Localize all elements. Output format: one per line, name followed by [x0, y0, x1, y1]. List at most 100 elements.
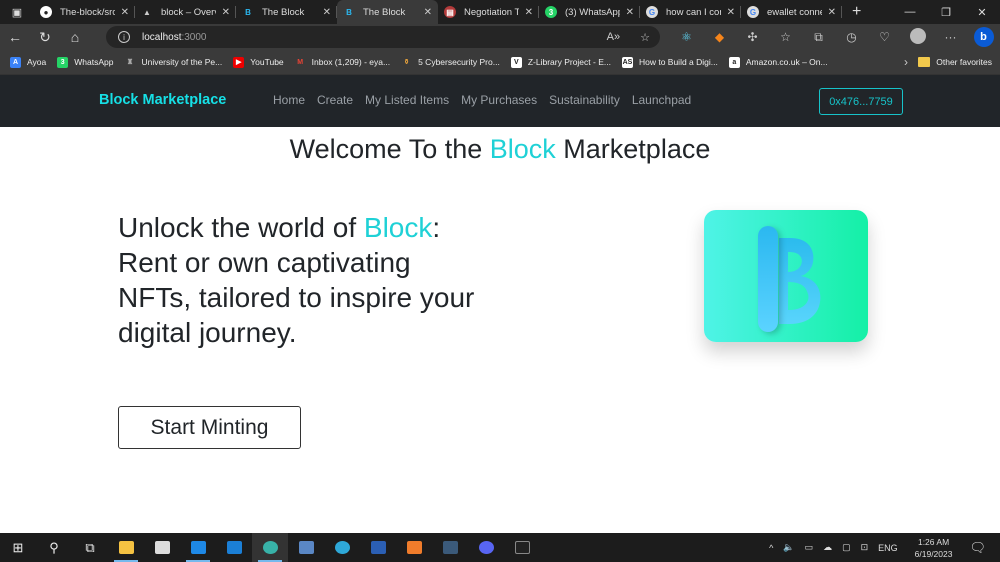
- restore-icon[interactable]: ❐: [928, 0, 964, 24]
- title-post: Marketplace: [555, 134, 711, 164]
- tab-actions-icon[interactable]: ▣: [0, 0, 34, 24]
- battery-icon[interactable]: ▭: [805, 542, 814, 553]
- bookmark-item[interactable]: ▶ YouTube: [233, 56, 284, 68]
- vscode-icon[interactable]: [180, 533, 216, 562]
- favorite-star-icon[interactable]: ☆: [640, 31, 650, 44]
- browser-tab[interactable]: B The Block ✕: [337, 0, 438, 24]
- close-tab-icon[interactable]: ✕: [121, 7, 129, 18]
- site-navbar: Block Marketplace Home Create My Listed It…: [0, 74, 1000, 127]
- browser-tab[interactable]: Gewallet conne ✕: [741, 0, 842, 24]
- network-icon[interactable]: ⊡: [861, 542, 869, 553]
- wallet-address-button[interactable]: 0x476...7759: [819, 88, 903, 115]
- mail-icon[interactable]: [216, 533, 252, 562]
- brand-logo-text[interactable]: Block Marketplace: [99, 92, 226, 108]
- bookmark-label: Z-Library Project - E...: [527, 57, 611, 67]
- other-favorites-label: Other favorites: [936, 57, 992, 67]
- windows-start-icon[interactable]: ⊞: [0, 533, 36, 562]
- nav-link-home[interactable]: Home: [273, 93, 305, 107]
- new-tab-button[interactable]: +: [842, 3, 871, 21]
- tab-title: ewallet conne: [767, 6, 822, 18]
- bookmark-item[interactable]: AS How to Build a Digi...: [621, 56, 718, 68]
- more-menu-icon[interactable]: ···: [934, 30, 967, 44]
- terminal-icon[interactable]: [504, 533, 540, 562]
- clock-date: 6/19/2023: [914, 548, 953, 559]
- history-icon[interactable]: ◷: [835, 30, 868, 44]
- bookmark-item[interactable]: A Ayoa: [10, 56, 46, 68]
- chevron-right-icon[interactable]: ›: [904, 55, 908, 69]
- virtualbox-icon[interactable]: [288, 533, 324, 562]
- read-aloud-icon[interactable]: A»: [607, 31, 620, 44]
- site-info-icon[interactable]: i: [118, 31, 130, 43]
- close-tab-icon[interactable]: ✕: [424, 7, 432, 18]
- close-tab-icon[interactable]: ✕: [727, 7, 735, 18]
- favorites-icon[interactable]: ☆: [769, 30, 802, 44]
- tab-title: Negotiation T: [464, 6, 519, 18]
- back-icon[interactable]: ←: [0, 29, 30, 45]
- url-host: localhost: [142, 31, 182, 43]
- clock[interactable]: 1:26 AM 6/19/2023: [915, 536, 953, 560]
- metamask-icon[interactable]: ◆: [703, 30, 736, 44]
- nav-link-sustainability[interactable]: Sustainability: [549, 93, 620, 107]
- other-favorites[interactable]: Other favorites: [918, 57, 992, 67]
- bookmark-item[interactable]: a Amazon.co.uk – On...: [728, 56, 828, 68]
- windows-taskbar: ⊞ ⚲ ⧉ ^ 🔈 ▭ ☁ ▢ ⊡ ENG 1:26 AM 6/19/2023 …: [0, 533, 1000, 562]
- bookmark-label: YouTube: [250, 57, 284, 67]
- browser-tab[interactable]: 3 (3) WhatsApp ✕: [539, 0, 640, 24]
- profile-avatar-icon[interactable]: [901, 27, 934, 47]
- browser-tab[interactable]: ● The-block/src ✕: [34, 0, 135, 24]
- browser-tab[interactable]: ▲ block – Overv ✕: [135, 0, 236, 24]
- bookmark-item[interactable]: 3 WhatsApp: [57, 56, 114, 68]
- collections-icon[interactable]: ⧉: [802, 30, 835, 45]
- close-tab-icon[interactable]: ✕: [626, 7, 634, 18]
- notifications-icon[interactable]: 🗨: [969, 540, 986, 556]
- browser-tab[interactable]: B The Block ✕: [236, 0, 337, 24]
- vercel-icon: ▲: [143, 7, 151, 17]
- file-explorer-icon[interactable]: [108, 533, 144, 562]
- refresh-icon[interactable]: ↻: [30, 29, 60, 46]
- bing-copilot-icon[interactable]: b: [967, 27, 1000, 47]
- start-minting-button[interactable]: Start Minting: [118, 406, 301, 449]
- hero-highlight: Block: [363, 212, 433, 243]
- tab-title: The Block: [262, 6, 305, 18]
- mysql-workbench-icon[interactable]: [432, 533, 468, 562]
- as-icon: AS: [621, 56, 633, 68]
- close-window-icon[interactable]: ✕: [964, 0, 1000, 24]
- word-icon[interactable]: [360, 533, 396, 562]
- nav-link-launchpad[interactable]: Launchpad: [632, 93, 691, 107]
- meet-now-icon[interactable]: ▢: [842, 542, 851, 553]
- block-logo-image: [704, 210, 868, 342]
- close-tab-icon[interactable]: ✕: [828, 7, 836, 18]
- browser-tab[interactable]: ▤ Negotiation T ✕: [438, 0, 539, 24]
- onedrive-icon[interactable]: ☁: [823, 542, 832, 553]
- nav-link-my-listed-items[interactable]: My Listed Items: [365, 93, 449, 107]
- react-devtools-icon[interactable]: ⚛: [670, 30, 703, 44]
- language-indicator[interactable]: ENG: [878, 543, 898, 553]
- home-icon[interactable]: ⌂: [60, 29, 90, 45]
- close-tab-icon[interactable]: ✕: [222, 7, 230, 18]
- task-view-icon[interactable]: ⧉: [72, 533, 108, 562]
- browser-tab[interactable]: Ghow can I cor ✕: [640, 0, 741, 24]
- bookmark-label: WhatsApp: [74, 57, 114, 67]
- chevron-up-icon[interactable]: ^: [769, 543, 773, 553]
- search-icon[interactable]: ⚲: [36, 533, 72, 562]
- nav-link-my-purchases[interactable]: My Purchases: [461, 93, 537, 107]
- whatsapp-icon: 3: [57, 56, 69, 68]
- close-tab-icon[interactable]: ✕: [525, 7, 533, 18]
- xampp-icon[interactable]: [396, 533, 432, 562]
- edge-profile-icon[interactable]: [252, 533, 288, 562]
- bookmark-item[interactable]: V Z-Library Project - E...: [510, 56, 611, 68]
- browser-essentials-icon[interactable]: ♡: [868, 30, 901, 44]
- extensions-icon[interactable]: ✣: [736, 30, 769, 44]
- url-input[interactable]: i localhost:3000 A» ☆: [106, 26, 660, 48]
- bookmark-item[interactable]: ⚱ 5 Cybersecurity Pro...: [401, 57, 500, 68]
- nav-link-create[interactable]: Create: [317, 93, 353, 107]
- store-icon[interactable]: [144, 533, 180, 562]
- discord-icon[interactable]: [468, 533, 504, 562]
- bookmark-item[interactable]: ♜ University of the Pe...: [124, 57, 222, 68]
- bookmark-item[interactable]: M Inbox (1,209) - eya...: [295, 57, 390, 68]
- close-tab-icon[interactable]: ✕: [323, 7, 331, 18]
- volume-icon[interactable]: 🔈: [783, 542, 794, 553]
- edge-icon[interactable]: [324, 533, 360, 562]
- title-pre: Welcome To the: [289, 134, 490, 164]
- minimize-icon[interactable]: —: [892, 0, 928, 24]
